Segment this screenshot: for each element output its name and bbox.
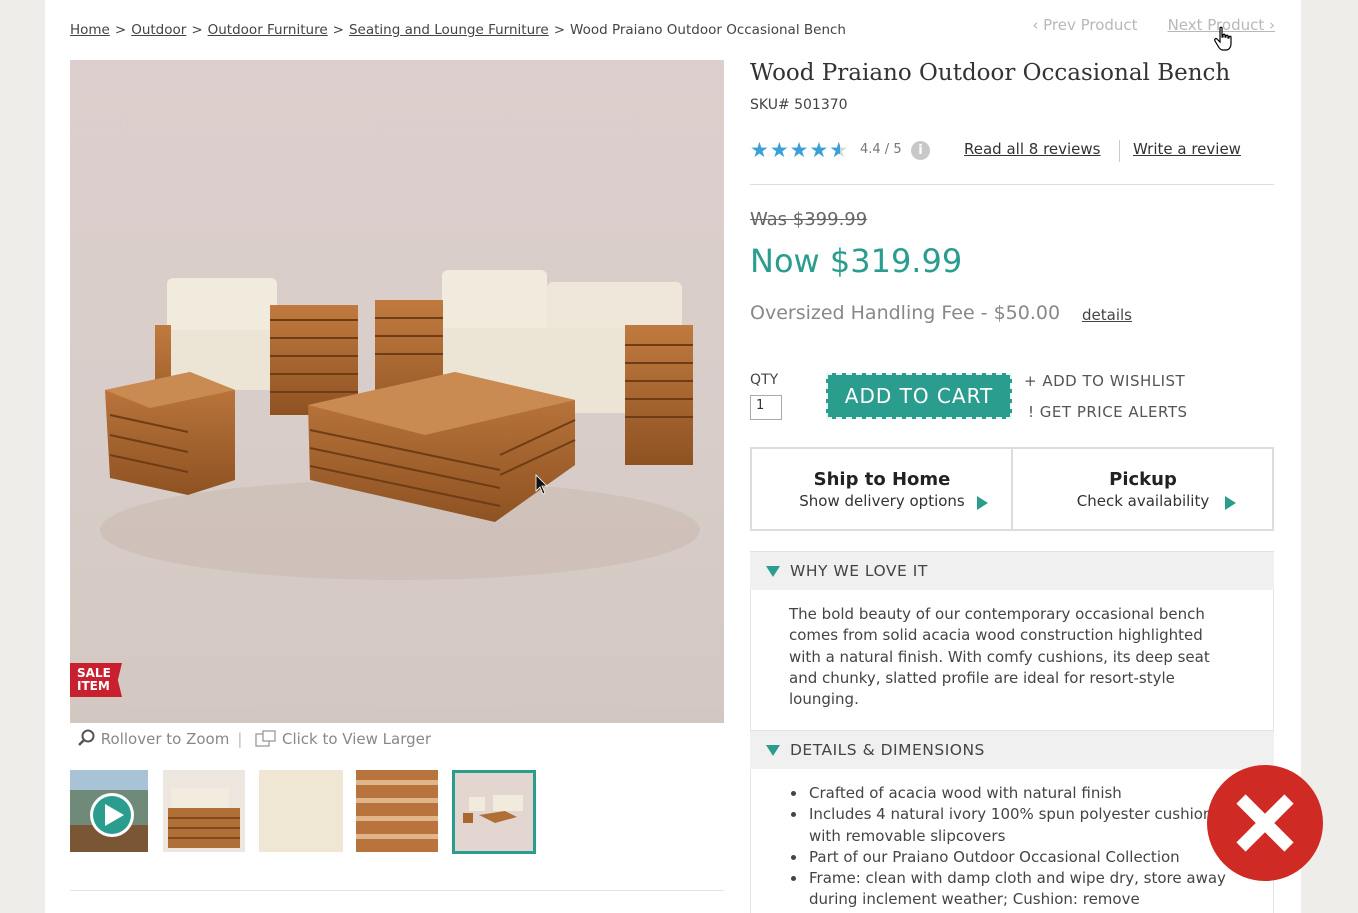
- sale-badge: SALE ITEM: [70, 663, 122, 697]
- triangle-down-icon: [766, 566, 780, 577]
- breadcrumb-outdoor-furniture[interactable]: Outdoor Furniture: [208, 22, 328, 38]
- hand-cursor-icon: [1214, 26, 1232, 51]
- prev-product-link[interactable]: ‹ Prev Product: [1032, 16, 1137, 34]
- patio-set-photo: [100, 270, 700, 580]
- product-sku: SKU# 501370: [750, 97, 848, 113]
- ship-title: Ship to Home: [813, 469, 951, 490]
- product-title: Wood Praiano Outdoor Occasional Bench: [750, 60, 1231, 86]
- triangle-down-icon: [766, 745, 780, 756]
- why-we-love-it-text: The bold beauty of our contemporary occa…: [789, 605, 1210, 709]
- price-alerts-link[interactable]: ! GET PRICE ALERTS: [1028, 403, 1188, 421]
- breadcrumb-seating[interactable]: Seating and Lounge Furniture: [349, 22, 549, 38]
- product-page: Home > Outdoor > Outdoor Furniture > Seating a…: [45, 0, 1301, 913]
- qty-label: QTY: [750, 372, 779, 388]
- main-product-image[interactable]: SALE ITEM: [70, 60, 724, 723]
- enlarge-icon: [255, 730, 276, 747]
- details-list: Crafted of acacia wood with natural fini…: [789, 783, 1227, 911]
- info-icon[interactable]: i: [911, 141, 930, 160]
- now-price: Now $319.99: [750, 242, 963, 280]
- breadcrumb-current: Wood Praiano Outdoor Occasional Bench: [570, 22, 846, 38]
- thumbnail-video[interactable]: [70, 770, 148, 852]
- thumbnail-wood-swatch[interactable]: [356, 770, 438, 852]
- fulfillment-options: Ship to Home Show delivery options Picku…: [750, 447, 1274, 531]
- details-item: Crafted of acacia wood with natural fini…: [807, 783, 1227, 804]
- breadcrumb-home[interactable]: Home: [70, 22, 110, 38]
- was-price: Was $399.99: [750, 209, 868, 230]
- write-review-link[interactable]: Write a review: [1133, 140, 1241, 158]
- breadcrumb-outdoor[interactable]: Outdoor: [131, 22, 186, 38]
- thumbnail-cushion-swatch[interactable]: [259, 770, 343, 852]
- why-we-love-it-label: WHY WE LOVE IT: [790, 562, 928, 580]
- details-dimensions-header[interactable]: DETAILS & DIMENSIONS: [750, 730, 1274, 769]
- thumbnail-set-overview[interactable]: [452, 770, 536, 854]
- close-icon: [1236, 794, 1294, 852]
- details-item: Frame: clean with damp cloth and wipe dr…: [807, 868, 1227, 911]
- qty-input[interactable]: 1: [750, 395, 782, 420]
- fee-details-link[interactable]: details: [1082, 306, 1132, 324]
- breadcrumb: Home > Outdoor > Outdoor Furniture > Seating a…: [70, 22, 846, 38]
- ship-subtitle: Show delivery options: [799, 492, 965, 510]
- details-item: Part of our Praiano Outdoor Occasional C…: [807, 847, 1227, 868]
- add-to-wishlist-link[interactable]: + ADD TO WISHLIST: [1024, 372, 1185, 390]
- close-button[interactable]: [1207, 765, 1323, 881]
- divider: [70, 890, 724, 891]
- rating-row: ★★★★★ ★ 4.4 / 5 i Read all 8 reviews Writ…: [750, 138, 1274, 164]
- divider: [750, 184, 1274, 185]
- pickup-arrow-icon: [1225, 496, 1236, 510]
- read-reviews-link[interactable]: Read all 8 reviews: [964, 140, 1101, 158]
- why-we-love-it-header[interactable]: WHY WE LOVE IT: [750, 551, 1274, 590]
- details-item: Includes 4 natural ivory 100% spun polye…: [807, 804, 1227, 847]
- star-rating-icon: ★★★★★ ★: [750, 138, 850, 162]
- add-to-cart-button[interactable]: ADD TO CART: [826, 373, 1012, 419]
- handling-fee: Oversized Handling Fee - $50.00: [750, 302, 1061, 324]
- ship-to-home-option[interactable]: Ship to Home Show delivery options: [752, 449, 1012, 529]
- view-larger-link[interactable]: Click to View Larger: [282, 730, 431, 748]
- rating-score: 4.4 / 5: [860, 142, 902, 157]
- pickup-option[interactable]: Pickup Check availability: [1013, 449, 1273, 529]
- ship-arrow-icon: [977, 496, 988, 510]
- magnifier-icon: [78, 729, 95, 746]
- details-dimensions-label: DETAILS & DIMENSIONS: [790, 741, 985, 759]
- thumbnail-bench-side[interactable]: [163, 770, 245, 852]
- image-tools: Rollover to Zoom | Click to View Larger: [78, 729, 431, 748]
- review-separator: [1119, 140, 1120, 162]
- pickup-title: Pickup: [1109, 469, 1177, 490]
- rollover-zoom-label: Rollover to Zoom: [100, 730, 230, 748]
